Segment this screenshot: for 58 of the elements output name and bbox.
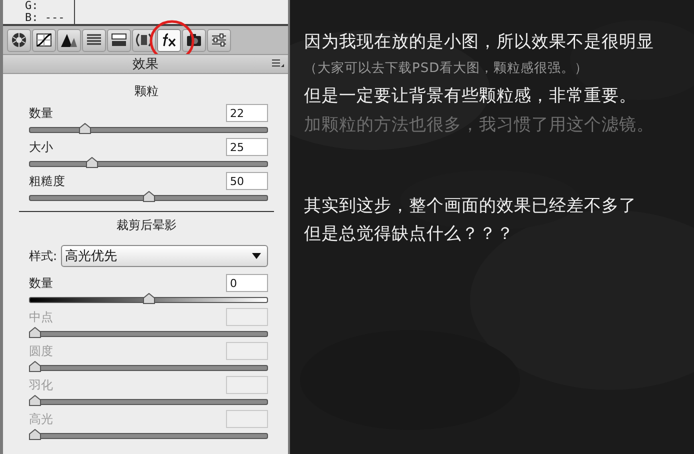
value-field[interactable]	[226, 376, 268, 394]
lens-icon	[135, 32, 153, 48]
panel-tab[interactable]	[107, 28, 131, 52]
slider-label: 圆度	[29, 342, 53, 360]
slider-label: 羽化	[29, 376, 53, 394]
value-field[interactable]	[226, 410, 268, 428]
value-field[interactable]: 50	[226, 172, 268, 190]
readout-text: B: ---	[25, 12, 66, 24]
style-label: 样式:	[29, 248, 58, 264]
menu-icon[interactable]	[271, 58, 285, 69]
panel-tab[interactable]	[7, 28, 31, 52]
slider-label: 中点	[29, 308, 53, 326]
panel-tab[interactable]	[57, 28, 81, 52]
section-title: 裁剪后晕影	[116, 217, 178, 234]
sliders-icon	[210, 32, 228, 48]
slider-track[interactable]	[29, 429, 268, 441]
value-field[interactable]: 0	[226, 274, 268, 292]
slider-track[interactable]	[29, 361, 268, 373]
slider-label: 大小	[29, 138, 53, 156]
split-icon	[110, 32, 128, 48]
curve-icon	[35, 32, 53, 48]
fx-icon	[160, 32, 178, 48]
note-text: 其实到这步，整个画面的效果已经差不多了	[304, 195, 638, 218]
slider-track[interactable]	[29, 157, 268, 169]
panel-tab[interactable]	[207, 28, 231, 52]
lines-icon	[85, 32, 103, 48]
note-text: 但是一定要让背景有些颗粒感，非常重要。	[304, 85, 638, 108]
section-title: 颗粒	[134, 83, 160, 100]
note-text: （大家可以去下载PSD看大图，颗粒感很强。）	[304, 60, 590, 78]
panel-tab[interactable]	[157, 28, 181, 52]
value-field[interactable]: 22	[226, 104, 268, 122]
aperture-icon	[10, 32, 28, 48]
value-field[interactable]: 25	[226, 138, 268, 156]
panel-title: 效果	[132, 56, 158, 73]
value-field[interactable]	[226, 342, 268, 360]
note-text: 加颗粒的方法也很多，我习惯了用这个滤镜。	[304, 114, 655, 137]
slider-label: 粗糙度	[29, 172, 65, 190]
slider-thumb[interactable]	[142, 191, 154, 202]
slider-label: 数量	[29, 274, 53, 292]
slider-track[interactable]	[29, 327, 268, 339]
slider-thumb[interactable]	[78, 123, 91, 134]
slider-label: 高光	[29, 410, 53, 428]
slider-track[interactable]	[29, 293, 268, 305]
slider-track[interactable]	[29, 191, 268, 203]
slider-label: 数量	[29, 104, 53, 122]
caret-icon	[252, 253, 261, 259]
panel-tab[interactable]	[32, 28, 56, 52]
slider-thumb[interactable]	[142, 293, 154, 304]
mountain-icon	[60, 32, 78, 48]
panel-tab[interactable]	[82, 28, 106, 52]
slider-track[interactable]	[29, 395, 268, 407]
note-text: 因为我现在放的是小图，所以效果不是很明显	[304, 31, 655, 54]
slider-track[interactable]	[29, 123, 268, 135]
style-dropdown[interactable]: 高光优先	[61, 245, 268, 267]
readout-text: G:	[25, 0, 40, 12]
slider-thumb[interactable]	[86, 157, 98, 168]
value-field[interactable]	[226, 308, 268, 326]
note-text: 但是总觉得缺点什么？？？	[304, 223, 515, 246]
